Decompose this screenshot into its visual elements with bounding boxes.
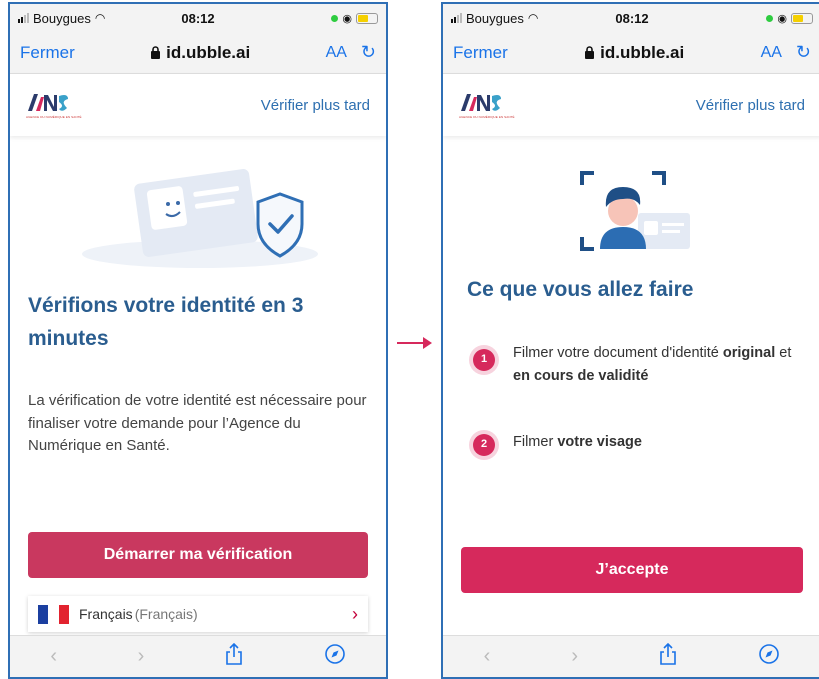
verify-later-link[interactable]: Vérifier plus tard <box>261 97 370 114</box>
stage: Bouygues ◠ 08:12 ◉ Fermer id.ubble.ai AA… <box>0 0 819 679</box>
arrow-right-icon <box>397 337 432 349</box>
page-title: Ce que vous allez faire <box>467 278 694 301</box>
status-bar: Bouygues ◠ 08:12 ◉ <box>10 4 386 32</box>
back-icon[interactable]: ‹ <box>484 645 491 668</box>
status-right: ◉ <box>331 12 378 25</box>
carrier-name: Bouygues <box>33 10 91 26</box>
signal-icon <box>451 13 462 23</box>
app-header: AGENCE DU NUMÉRIQUE EN SANTÉ Vérifier pl… <box>10 74 386 136</box>
language-native: (Français) <box>134 606 198 622</box>
close-button[interactable]: Fermer <box>453 43 508 63</box>
share-icon[interactable] <box>225 642 243 671</box>
list-item: 1 Filmer votre document d'identité origi… <box>473 342 811 388</box>
accept-button[interactable]: J’accepte <box>461 547 803 593</box>
list-item: 2 Filmer votre visage <box>473 427 811 456</box>
signal-icon <box>18 13 29 23</box>
step-text-part: Filmer votre document d'identité <box>513 345 723 361</box>
step-text: Filmer votre document d'identité origina… <box>513 342 811 388</box>
lock-icon <box>151 46 161 59</box>
logo-tagline: AGENCE DU NUMÉRIQUE EN SANTÉ <box>26 115 82 119</box>
carrier: Bouygues ◠ <box>18 11 105 26</box>
browser-bar: Fermer id.ubble.ai AA ↻ <box>10 32 386 74</box>
ans-logo-mark <box>461 94 501 111</box>
ans-logo: AGENCE DU NUMÉRIQUE EN SANTÉ <box>459 91 515 119</box>
text-size-button[interactable]: AA <box>761 44 782 62</box>
lock-icon <box>585 46 595 59</box>
app-header: AGENCE DU NUMÉRIQUE EN SANTÉ Vérifier pl… <box>443 74 819 136</box>
language-selector[interactable]: Français (Français) › <box>28 596 368 632</box>
wifi-icon: ◠ <box>94 11 106 25</box>
page-description: La vérification de votre identité est né… <box>28 392 367 454</box>
verify-later-link[interactable]: Vérifier plus tard <box>696 97 805 114</box>
camera-indicator-icon <box>766 14 774 22</box>
url-display[interactable]: id.ubble.ai <box>508 43 761 63</box>
face-scan-illustration <box>580 171 690 251</box>
text-size-button[interactable]: AA <box>326 44 347 62</box>
carrier-name: Bouygues <box>466 10 524 26</box>
start-verification-button[interactable]: Démarrer ma vérification <box>28 532 368 578</box>
ans-logo: AGENCE DU NUMÉRIQUE EN SANTÉ <box>26 91 82 119</box>
step-text-bold: votre visage <box>557 434 642 450</box>
browser-toolbar: ‹ › <box>10 635 386 677</box>
alarm-icon: ◉ <box>342 12 352 25</box>
wifi-icon: ◠ <box>527 11 539 25</box>
close-button[interactable]: Fermer <box>20 43 75 63</box>
url-text: id.ubble.ai <box>600 42 685 62</box>
phone-screen-1: Bouygues ◠ 08:12 ◉ Fermer id.ubble.ai AA… <box>8 2 388 679</box>
reload-icon[interactable]: ↻ <box>796 42 811 63</box>
alarm-icon: ◉ <box>777 12 787 25</box>
compass-icon[interactable] <box>758 643 780 671</box>
language-name: Français <box>79 606 133 622</box>
step-text: Filmer votre visage <box>513 431 642 454</box>
step-number-badge: 1 <box>473 349 495 371</box>
back-icon[interactable]: ‹ <box>50 645 57 668</box>
phone-screen-2: Bouygues ◠ 08:12 ◉ Fermer id.ubble.ai AA… <box>441 2 819 679</box>
url-display[interactable]: id.ubble.ai <box>75 43 326 63</box>
france-flag-icon <box>38 604 69 624</box>
camera-indicator-icon <box>331 14 339 22</box>
carrier: Bouygues ◠ <box>451 11 538 26</box>
step-number-badge: 2 <box>473 434 495 456</box>
step-text-bold: en cours de validité <box>513 368 649 385</box>
reload-icon[interactable]: ↻ <box>361 42 376 63</box>
chevron-right-icon: › <box>352 603 358 624</box>
logo-tagline: AGENCE DU NUMÉRIQUE EN SANTÉ <box>459 115 515 119</box>
id-card-shield-illustration <box>82 169 318 268</box>
share-icon[interactable] <box>659 642 677 671</box>
forward-icon[interactable]: › <box>571 645 578 668</box>
step-text-part: Filmer <box>513 434 558 450</box>
ans-logo-mark <box>28 94 68 111</box>
compass-icon[interactable] <box>324 643 346 671</box>
step-text-part: et <box>775 345 792 361</box>
step-text-bold: original <box>722 345 776 361</box>
status-right: ◉ <box>766 12 813 25</box>
status-bar: Bouygues ◠ 08:12 ◉ <box>443 4 819 32</box>
forward-icon[interactable]: › <box>138 645 145 668</box>
battery-icon <box>791 12 813 24</box>
battery-icon <box>356 12 378 24</box>
browser-toolbar: ‹ › <box>443 635 819 677</box>
url-text: id.ubble.ai <box>166 42 251 62</box>
page-title: Vérifions votre identité en 3 minutes <box>28 294 304 350</box>
browser-bar: Fermer id.ubble.ai AA ↻ <box>443 32 819 74</box>
